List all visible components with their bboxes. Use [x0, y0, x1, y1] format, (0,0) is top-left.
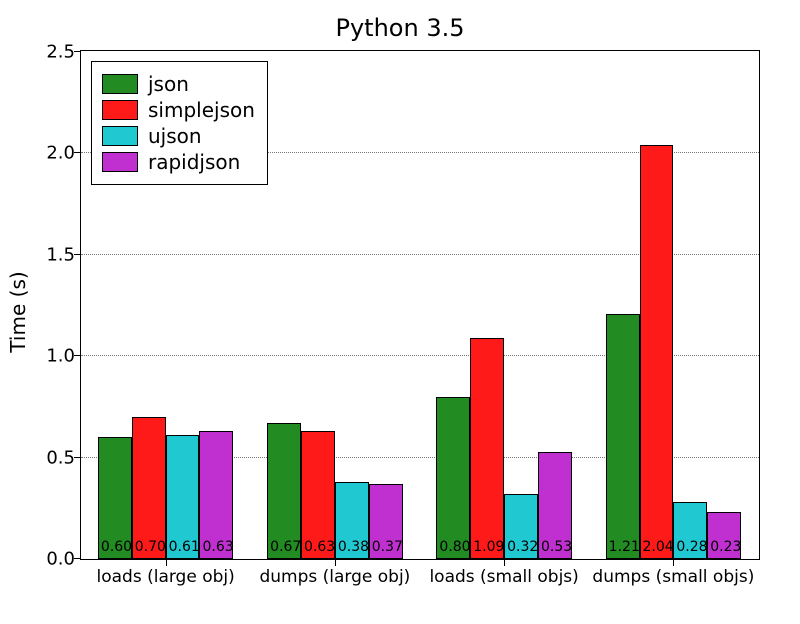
y-tick-label: 1.5: [35, 244, 75, 265]
bar-value-label: 0.32: [507, 539, 538, 555]
y-tick-mark: [74, 152, 81, 153]
legend: jsonsimplejsonujsonrapidjson: [91, 61, 268, 185]
x-tick-label: dumps (small objs): [592, 567, 754, 587]
bar-ujson: 0.32: [504, 494, 538, 559]
bar-value-label: 0.60: [101, 539, 132, 555]
chart-title: Python 3.5: [0, 14, 800, 42]
plot-area: jsonsimplejsonujsonrapidjson 0.600.700.6…: [80, 50, 760, 560]
bar-value-label: 0.61: [169, 539, 200, 555]
bar-simplejson: 0.63: [301, 431, 335, 559]
bar-value-label: 0.38: [338, 539, 369, 555]
legend-swatch: [102, 100, 138, 120]
bar-ujson: 0.28: [673, 502, 707, 559]
bar-simplejson: 0.70: [132, 417, 166, 559]
y-tick-mark: [74, 51, 81, 52]
bar-rapidjson: 0.23: [707, 512, 741, 559]
legend-swatch: [102, 152, 138, 172]
bar-value-label: 0.67: [270, 539, 301, 555]
x-tick-label: loads (large obj): [96, 567, 234, 587]
x-tick-label: loads (small objs): [429, 567, 578, 587]
legend-entry-ujson: ujson: [102, 124, 255, 148]
x-tick-mark: [504, 559, 505, 566]
chart-container: Python 3.5 Time (s) jsonsimplejsonujsonr…: [0, 0, 800, 624]
legend-entry-json: json: [102, 72, 255, 96]
y-tick-mark: [74, 558, 81, 559]
bar-value-label: 0.37: [372, 539, 403, 555]
bar-ujson: 0.61: [166, 435, 200, 559]
x-tick-mark: [166, 559, 167, 566]
legend-label: rapidjson: [148, 150, 240, 174]
legend-entry-rapidjson: rapidjson: [102, 150, 255, 174]
y-axis-label: Time (s): [6, 271, 30, 352]
bar-value-label: 1.21: [609, 539, 640, 555]
bar-value-label: 0.80: [439, 539, 470, 555]
y-tick-label: 0.5: [35, 447, 75, 468]
y-tick-label: 2.5: [35, 42, 75, 63]
bar-value-label: 1.09: [473, 539, 504, 555]
bar-rapidjson: 0.53: [538, 452, 572, 559]
y-tick-label: 0.0: [35, 549, 75, 570]
x-tick-label: dumps (large obj): [259, 567, 410, 587]
x-tick-mark: [673, 559, 674, 566]
bar-simplejson: 2.04: [640, 145, 674, 559]
legend-label: simplejson: [148, 98, 255, 122]
y-tick-mark: [74, 457, 81, 458]
bar-value-label: 0.53: [541, 539, 572, 555]
legend-swatch: [102, 74, 138, 94]
bar-value-label: 0.23: [710, 539, 741, 555]
bar-json: 0.67: [267, 423, 301, 559]
bar-json: 0.60: [98, 437, 132, 559]
bar-value-label: 0.28: [676, 539, 707, 555]
legend-label: json: [148, 72, 189, 96]
bar-value-label: 0.63: [304, 539, 335, 555]
bar-value-label: 0.63: [202, 539, 233, 555]
x-tick-mark: [335, 559, 336, 566]
y-tick-mark: [74, 355, 81, 356]
bar-simplejson: 1.09: [470, 338, 504, 559]
bar-json: 1.21: [606, 314, 640, 559]
bar-json: 0.80: [436, 397, 470, 559]
legend-swatch: [102, 126, 138, 146]
bar-value-label: 2.04: [643, 539, 674, 555]
y-tick-mark: [74, 254, 81, 255]
legend-label: ujson: [148, 124, 202, 148]
bar-rapidjson: 0.37: [369, 484, 403, 559]
y-tick-label: 1.0: [35, 346, 75, 367]
legend-entry-simplejson: simplejson: [102, 98, 255, 122]
bar-value-label: 0.70: [135, 539, 166, 555]
bar-ujson: 0.38: [335, 482, 369, 559]
bar-rapidjson: 0.63: [199, 431, 233, 559]
y-tick-label: 2.0: [35, 143, 75, 164]
